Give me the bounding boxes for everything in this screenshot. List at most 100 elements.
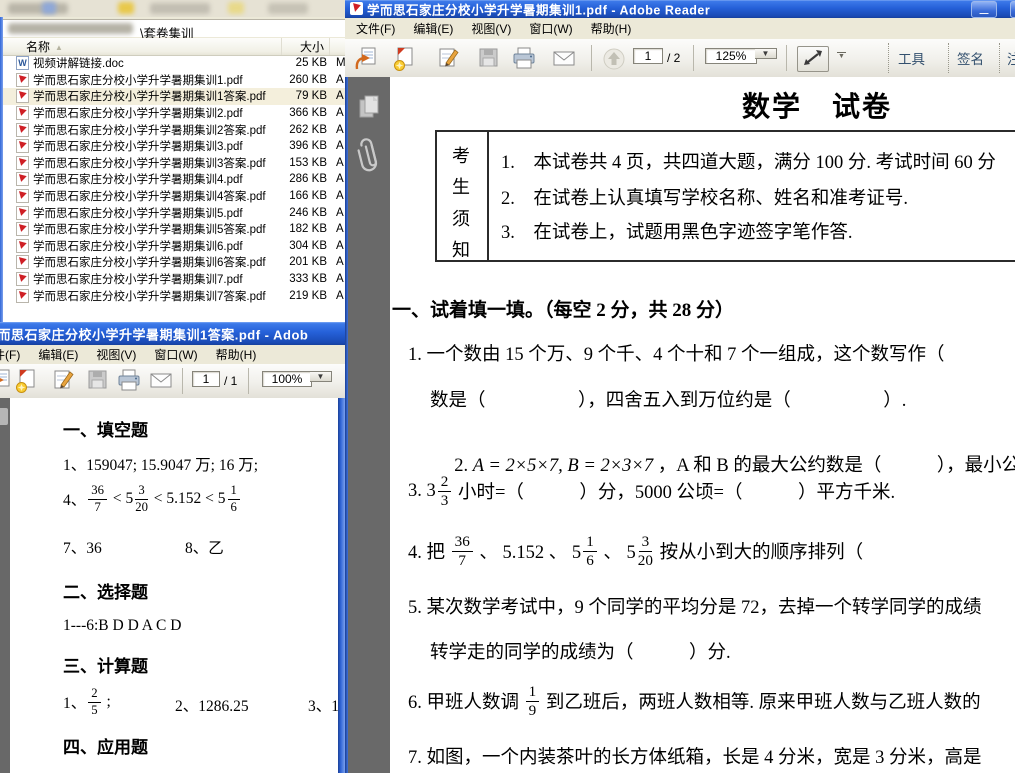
file-icon [16, 272, 29, 286]
minimize-button[interactable]: — [971, 1, 997, 18]
page-number-input[interactable]: 1 [192, 371, 220, 387]
question-7: 7. 如图，一个内装茶叶的长方体纸箱，长是 4 分米，宽是 3 分米，高是 [408, 743, 982, 769]
comment-panel-button-partial[interactable]: 注 [1007, 48, 1015, 68]
file-row[interactable]: 学而思石家庄分校小学升学暑期集训5答案.pdf 182 KB A [0, 221, 345, 238]
print-icon[interactable] [511, 45, 537, 73]
notice-label-char: 须 [452, 205, 470, 231]
save-icon[interactable] [84, 367, 110, 395]
question-1b: 数是（ ），四舍五入到万位约是（ ）. [430, 386, 906, 412]
menu-item[interactable]: 窗口(W) [520, 18, 581, 39]
toolbar-overflow-button[interactable]: ▼ [837, 52, 846, 60]
open-file-icon[interactable] [353, 45, 379, 73]
notice-table: 考 生 须 知 1. 本试卷共 4 页，共四道大题，满分 100 分. 考试时间… [435, 130, 1015, 262]
menu-item[interactable]: 编辑(E) [404, 18, 462, 39]
menu-item[interactable]: 视图(V) [462, 18, 520, 39]
file-size: 260 KB [267, 74, 327, 86]
answer-fill-1: 1、159047; 15.9047 万; 16 万; [63, 453, 258, 475]
answer-heading-3: 三、计算题 [63, 652, 148, 677]
file-size: 25 KB [267, 57, 327, 69]
save-icon[interactable] [475, 45, 501, 73]
fill-sign-icon[interactable] [435, 45, 461, 73]
open-file-icon[interactable] [0, 367, 13, 395]
file-list[interactable]: W 视频讲解链接.doc 25 KB M 学而思石家庄分校小学升学暑期集训1.p… [0, 55, 345, 304]
nav-pane-icon-partial[interactable] [0, 408, 8, 425]
email-icon[interactable] [148, 367, 174, 395]
file-row[interactable]: W 视频讲解链接.doc 25 KB M [0, 55, 345, 72]
notice-line-3: 3. 在试卷上，试题用黑色字迹签字笔作答. [501, 218, 853, 244]
file-row[interactable]: 学而思石家庄分校小学升学暑期集训7.pdf 333 KB A [0, 271, 345, 288]
previous-page-icon[interactable] [601, 45, 627, 73]
zoom-level-input[interactable]: 100% [262, 371, 312, 387]
file-row[interactable]: 学而思石家庄分校小学升学暑期集训7答案.pdf 219 KB A [0, 287, 345, 304]
file-row[interactable]: 学而思石家庄分校小学升学暑期集训3答案.pdf 153 KB A [0, 155, 345, 172]
zoom-dropdown-button[interactable]: ▼ [310, 371, 332, 382]
reader-window: 学而思石家庄分校小学升学暑期集训1.pdf - Adobe Reader — 文… [345, 0, 1015, 773]
file-type-partial: A [327, 107, 345, 119]
notice-line-2: 2. 在试卷上认真填写学校名称、姓名和准考证号. [501, 184, 908, 210]
menu-item[interactable]: 视图(V) [87, 345, 145, 365]
menu-item[interactable]: 窗口(W) [145, 345, 206, 365]
sort-ascending-icon: ▲ [55, 43, 63, 52]
file-row[interactable]: 学而思石家庄分校小学升学暑期集训4.pdf 286 KB A [0, 171, 345, 188]
menu-item[interactable]: 编辑(E) [29, 345, 87, 365]
list-column-headers: 名称▲ 大小 [0, 38, 345, 56]
file-row[interactable]: 学而思石家庄分校小学升学暑期集训4答案.pdf 166 KB A [0, 188, 345, 205]
file-row[interactable]: 学而思石家庄分校小学升学暑期集训1.pdf 260 KB A [0, 72, 345, 89]
page-thumbnails-icon[interactable] [357, 93, 381, 124]
file-row[interactable]: 学而思石家庄分校小学升学暑期集训5.pdf 246 KB A [0, 204, 345, 221]
menu-item[interactable]: 帮助(H) [207, 345, 266, 365]
file-size: 153 KB [267, 157, 327, 169]
file-type-partial: A [327, 157, 345, 169]
column-header-name[interactable]: 名称▲ [0, 38, 282, 55]
file-name: 学而思石家庄分校小学升学暑期集训6.pdf [33, 238, 267, 254]
create-pdf-icon[interactable] [391, 45, 417, 73]
file-icon [16, 222, 29, 236]
explorer-left-border [0, 17, 3, 322]
fill-sign-icon[interactable] [50, 367, 76, 395]
email-icon[interactable] [551, 45, 577, 73]
file-type-partial: A [327, 273, 345, 285]
file-row[interactable]: 学而思石家庄分校小学升学暑期集训3.pdf 396 KB A [0, 138, 345, 155]
print-icon[interactable] [116, 367, 142, 395]
answer-window-titlebar[interactable]: 学而思石家庄分校小学升学暑期集训1答案.pdf - Adob [0, 322, 345, 345]
maximize-button-partial[interactable] [1010, 1, 1015, 18]
file-icon [16, 106, 29, 120]
reader-document-area[interactable]: 数学 试卷 考 生 须 知 1. 本试卷共 4 页，共四道大题，满分 100 分… [345, 77, 1015, 773]
answer-fill-4: 4、 367 < 5 320 < 5.152 < 5 16 [63, 476, 242, 522]
file-row[interactable]: 学而思石家庄分校小学升学暑期集训2.pdf 366 KB A [0, 105, 345, 122]
file-row[interactable]: 学而思石家庄分校小学升学暑期集训6.pdf 304 KB A [0, 238, 345, 255]
zoom-level-input[interactable]: 125% [705, 48, 757, 64]
menu-item[interactable]: 文件(F) [347, 18, 404, 39]
address-bar[interactable]: \套卷集训 [0, 17, 345, 38]
sign-panel-button[interactable]: 签名 [957, 48, 984, 68]
file-row[interactable]: 学而思石家庄分校小学升学暑期集训2答案.pdf 262 KB A [0, 121, 345, 138]
file-icon [16, 239, 29, 253]
file-size: 79 KB [267, 90, 327, 102]
column-header-size[interactable]: 大小 [282, 38, 330, 55]
answer-window-right-border [338, 398, 345, 773]
answer-page[interactable]: 一、填空题 1、159047; 15.9047 万; 16 万; 4、 367 … [10, 398, 338, 773]
document-page[interactable]: 数学 试卷 考 生 须 知 1. 本试卷共 4 页，共四道大题，满分 100 分… [390, 77, 1015, 773]
notice-line-1: 1. 本试卷共 4 页，共四道大题，满分 100 分. 考试时间 60 分 [501, 148, 996, 174]
answer-window-toolbar: 1 / 1 100% ▼ [0, 364, 345, 399]
file-size: 246 KB [267, 207, 327, 219]
answer-document-area[interactable]: 一、填空题 1、159047; 15.9047 万; 16 万; 4、 367 … [0, 398, 345, 773]
file-row[interactable]: 学而思石家庄分校小学升学暑期集训6答案.pdf 201 KB A [0, 254, 345, 271]
file-name: 学而思石家庄分校小学升学暑期集训5.pdf [33, 205, 267, 221]
zoom-dropdown-button[interactable]: ▼ [755, 48, 777, 59]
address-field[interactable]: \套卷集训 [0, 19, 345, 37]
attachments-icon[interactable] [357, 135, 381, 180]
menu-item[interactable]: 文件(F) [0, 345, 29, 365]
menu-item[interactable]: 帮助(H) [582, 18, 641, 39]
file-icon [16, 189, 29, 203]
answer-heading-4: 四、应用题 [63, 733, 148, 758]
create-pdf-icon[interactable] [13, 367, 39, 395]
file-row[interactable]: 学而思石家庄分校小学升学暑期集训1答案.pdf 79 KB A [0, 88, 345, 105]
reader-titlebar[interactable]: 学而思石家庄分校小学升学暑期集训1.pdf - Adobe Reader — [345, 0, 1015, 18]
file-type-partial: A [327, 207, 345, 219]
answer-pdf-window: 学而思石家庄分校小学升学暑期集训1答案.pdf - Adob 文件(F)编辑(E… [0, 322, 345, 773]
page-number-input[interactable]: 1 [633, 48, 663, 64]
answer-calc-3: 3、10 [308, 694, 338, 716]
fit-page-button[interactable] [797, 46, 829, 72]
tools-panel-button[interactable]: 工具 [898, 48, 925, 68]
